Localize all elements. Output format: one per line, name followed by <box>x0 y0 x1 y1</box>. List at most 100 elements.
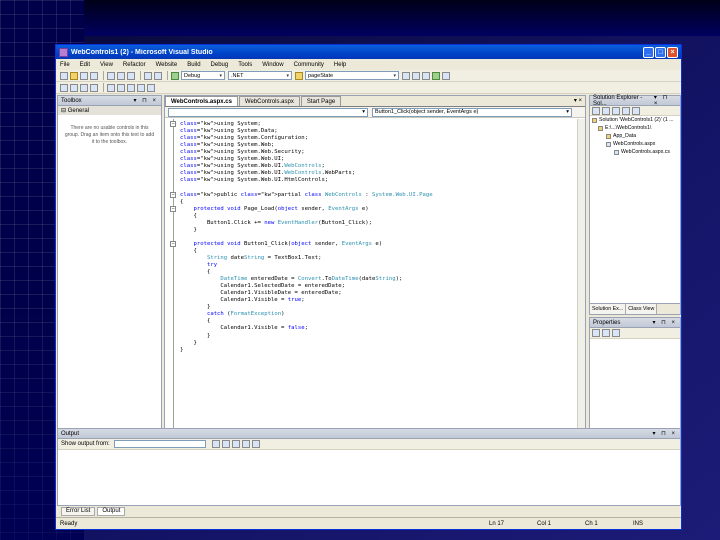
code-area[interactable]: class="kw">using System; class="kw">using… <box>165 119 577 469</box>
maximize-button[interactable]: □ <box>655 46 666 58</box>
menu-tools[interactable]: Tools <box>238 62 252 68</box>
fold-toggle-icon[interactable]: − <box>170 205 176 212</box>
pane-buttons[interactable]: ▾ ⊓ × <box>654 94 677 107</box>
output-source-dropdown[interactable] <box>113 440 206 448</box>
object-browser-icon[interactable] <box>422 71 430 80</box>
web-toolbar-icon[interactable] <box>80 83 88 92</box>
tab-start-page[interactable]: Start Page <box>300 96 342 106</box>
code-line: } <box>180 226 197 233</box>
undo-icon[interactable] <box>144 71 152 80</box>
menu-website[interactable]: Website <box>156 62 178 68</box>
tab-webcontrols-aspx-cs[interactable]: WebControls.aspx.cs <box>165 96 238 106</box>
start-page-icon[interactable] <box>442 71 450 80</box>
view-code-icon[interactable] <box>622 106 630 115</box>
solution-explorer-title-bar[interactable]: Solution Explorer - Sol... ▾ ⊓ × <box>590 94 680 107</box>
tree-item-app-data[interactable]: App_Data <box>590 132 680 140</box>
uncomment-icon[interactable] <box>117 83 125 92</box>
tree-item-webcontrols-aspx[interactable]: WebControls.aspx <box>590 140 680 148</box>
menu-window[interactable]: Window <box>262 62 283 68</box>
pane-buttons[interactable]: ▾ ⊓ × <box>652 319 677 326</box>
code-line: catch (FormatException) <box>206 311 285 318</box>
tab-webcontrols-aspx[interactable]: WebControls.aspx <box>238 96 300 106</box>
menu-help[interactable]: Help <box>334 62 346 68</box>
tab-output[interactable]: Output <box>97 506 126 516</box>
save-all-icon[interactable] <box>90 71 98 80</box>
toolbox-title-bar[interactable]: Toolbox ▾ ⊓ × <box>58 96 161 106</box>
cut-icon[interactable] <box>107 71 115 80</box>
minimize-button[interactable]: _ <box>643 46 654 58</box>
bookmark-icon[interactable] <box>137 83 145 92</box>
web-toolbar-icon[interactable] <box>90 83 98 92</box>
alphabetical-icon[interactable] <box>602 329 610 337</box>
web-toolbar-icon[interactable] <box>60 83 68 92</box>
save-icon[interactable] <box>80 71 88 80</box>
nest-files-icon[interactable] <box>612 106 620 115</box>
members-dropdown[interactable]: Button1_Click(object sender, EventArgs e… <box>372 107 572 117</box>
next-message-icon[interactable] <box>231 440 240 448</box>
solution-platform-dropdown[interactable]: .NET ▾ <box>228 71 292 80</box>
paste-icon[interactable] <box>127 71 135 80</box>
close-button[interactable]: × <box>667 46 678 58</box>
tab-class-view[interactable]: Class View <box>626 304 658 314</box>
previous-message-icon[interactable] <box>221 440 230 448</box>
refresh-icon[interactable] <box>602 106 610 115</box>
title-bar[interactable]: WebControls1 (2) - Microsoft Visual Stud… <box>56 45 681 59</box>
new-project-icon[interactable] <box>60 71 68 80</box>
word-wrap-icon[interactable] <box>251 440 260 448</box>
comment-icon[interactable] <box>107 83 115 92</box>
pane-buttons[interactable]: ▾ ⊓ × <box>652 430 677 437</box>
solution-config-value: Debug <box>184 72 201 79</box>
copy-icon[interactable] <box>117 71 125 80</box>
tree-item-solution[interactable]: Solution 'WebControls1 (2)' (1 ... <box>590 116 680 124</box>
show-output-from-label: Show output from: <box>61 441 110 447</box>
properties-toolbar <box>590 328 680 339</box>
open-file-icon[interactable] <box>70 71 78 80</box>
find-message-icon[interactable] <box>211 440 220 448</box>
tree-item-website[interactable]: E:\...\WebControls1\ <box>590 124 680 132</box>
find-combo[interactable]: pageState ▾ <box>305 71 399 80</box>
fold-toggle-icon[interactable]: − <box>170 240 176 247</box>
menu-view[interactable]: View <box>100 62 113 68</box>
categorized-icon[interactable] <box>592 329 600 337</box>
toolbar-separator <box>103 71 104 80</box>
solution-explorer-toolbar <box>590 106 680 116</box>
document-tab-close[interactable]: ▾ × <box>574 97 582 104</box>
start-debugging-icon[interactable] <box>171 71 179 80</box>
code-line: } <box>180 339 197 346</box>
toolbox-group-general[interactable]: ⊟ General <box>58 106 161 115</box>
menu-edit[interactable]: Edit <box>80 62 90 68</box>
menu-file[interactable]: File <box>60 62 70 68</box>
menu-refactor[interactable]: Refactor <box>123 62 146 68</box>
pane-buttons[interactable]: ▾ ⊓ × <box>133 97 158 104</box>
bookmark-icon[interactable] <box>147 83 155 92</box>
property-pages-icon[interactable] <box>612 329 620 337</box>
properties-icon[interactable] <box>412 71 420 80</box>
view-designer-icon[interactable] <box>632 106 640 115</box>
tree-item-webcontrols-aspx-cs[interactable]: WebControls.aspx.cs <box>590 148 680 156</box>
bookmark-icon[interactable] <box>127 83 135 92</box>
properties-icon[interactable] <box>592 106 600 115</box>
menu-debug[interactable]: Debug <box>211 62 229 68</box>
solution-explorer-icon[interactable] <box>402 71 410 80</box>
menu-build[interactable]: Build <box>187 62 200 68</box>
tab-solution-explorer[interactable]: Solution Ex... <box>590 304 627 314</box>
cs-file-icon <box>614 149 619 155</box>
find-value: pageState <box>308 72 334 79</box>
toolbox-icon[interactable] <box>432 71 440 80</box>
menu-community[interactable]: Community <box>294 62 324 68</box>
redo-icon[interactable] <box>154 71 162 80</box>
properties-title: Properties <box>593 319 621 326</box>
tab-error-list[interactable]: Error List <box>61 506 96 516</box>
output-title-bar[interactable]: Output ▾ ⊓ × <box>58 429 680 439</box>
code-line: try <box>206 262 218 268</box>
fold-toggle-icon[interactable]: − <box>170 121 176 127</box>
solution-config-dropdown[interactable]: Debug ▾ <box>181 71 225 80</box>
fold-toggle-icon[interactable]: − <box>170 191 176 198</box>
aspx-file-icon <box>606 141 611 147</box>
clear-all-icon[interactable] <box>241 440 250 448</box>
find-in-files-icon[interactable] <box>295 71 303 80</box>
types-dropdown[interactable]: ▾ <box>168 107 368 117</box>
web-toolbar-icon[interactable] <box>70 83 78 92</box>
properties-title-bar[interactable]: Properties ▾ ⊓ × <box>590 318 680 328</box>
editor-vertical-scrollbar[interactable] <box>577 119 585 469</box>
